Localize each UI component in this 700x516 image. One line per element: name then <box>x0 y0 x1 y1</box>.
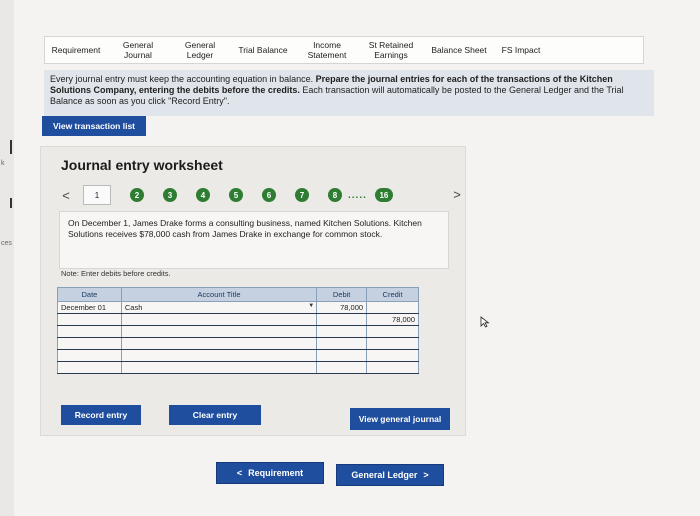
prev-requirement-button[interactable]: < Requirement <box>216 462 324 484</box>
page-step[interactable]: 2 <box>130 188 144 202</box>
worksheet-title: Journal entry worksheet <box>61 157 223 173</box>
chevron-left-icon[interactable]: < <box>59 188 73 203</box>
credit-input[interactable] <box>366 349 419 362</box>
journal-entry-table: Date Account Title Debit Credit December… <box>57 287 419 374</box>
account-select[interactable] <box>120 337 318 350</box>
tab-label: Statement <box>307 50 347 60</box>
header-account-title: Account Title <box>120 287 318 302</box>
instructions-text: Every journal entry must keep the accoun… <box>50 74 316 84</box>
prev-requirement-label: Requirement <box>248 468 304 478</box>
chevron-right-icon[interactable]: > <box>450 187 464 202</box>
page-ellipsis: ..... <box>348 189 367 201</box>
mouse-cursor-icon <box>480 316 490 328</box>
tab-trial-balance[interactable]: Trial Balance <box>231 45 295 55</box>
table-row: December 01 Cash ▼ 78,000 <box>57 301 419 314</box>
header-date: Date <box>57 287 122 302</box>
next-general-ledger-button[interactable]: General Ledger > <box>336 464 444 486</box>
date-cell[interactable] <box>57 325 122 338</box>
entry-note: Note: Enter debits before credits. <box>61 269 171 278</box>
view-general-journal-button[interactable]: View general journal <box>350 408 450 430</box>
tab-label: St Retained <box>368 40 414 50</box>
table-row <box>57 349 419 362</box>
tab-requirement[interactable]: Requirement <box>45 45 107 55</box>
tab-label: FS Impact <box>501 45 541 55</box>
tab-label: General <box>122 40 154 50</box>
tab-label: Balance Sheet <box>431 45 487 55</box>
tab-label: Requirement <box>51 45 101 55</box>
credit-input[interactable] <box>366 301 419 314</box>
edge-fragment: k <box>1 160 5 167</box>
tab-label: Journal <box>124 50 152 60</box>
debit-input[interactable] <box>316 337 368 350</box>
table-row <box>57 361 419 374</box>
left-edge-strip: k ces <box>0 0 14 516</box>
edge-bar <box>10 140 12 154</box>
debit-input[interactable]: 78,000 <box>316 301 368 314</box>
instructions-box: Every journal entry must keep the accoun… <box>44 70 654 116</box>
credit-input[interactable]: 78,000 <box>366 313 419 326</box>
debit-input[interactable] <box>316 361 368 374</box>
next-general-ledger-label: General Ledger <box>351 470 418 480</box>
page-step[interactable]: 6 <box>262 188 276 202</box>
account-select[interactable] <box>120 325 318 338</box>
debit-input[interactable] <box>316 313 368 326</box>
journal-entry-worksheet: Journal entry worksheet < 1 2 3 4 5 6 7 … <box>40 146 466 436</box>
edge-bar <box>10 198 12 208</box>
debit-input[interactable] <box>316 325 368 338</box>
account-select[interactable] <box>120 349 318 362</box>
tab-label: Earnings <box>374 50 408 60</box>
page-step[interactable]: 7 <box>295 188 309 202</box>
page-step[interactable]: 4 <box>196 188 210 202</box>
debit-input[interactable] <box>316 349 368 362</box>
page-current[interactable]: 1 <box>83 185 111 205</box>
page-step[interactable]: 3 <box>163 188 177 202</box>
table-row: 78,000 <box>57 313 419 326</box>
record-entry-button[interactable]: Record entry <box>61 405 141 425</box>
table-row <box>57 337 419 350</box>
date-cell[interactable]: December 01 <box>57 301 122 314</box>
tab-fs-impact[interactable]: FS Impact <box>495 45 547 55</box>
header-debit: Debit <box>316 287 368 302</box>
page-step[interactable]: 8 <box>328 188 342 202</box>
credit-input[interactable] <box>366 337 419 350</box>
account-select[interactable] <box>120 313 318 326</box>
tab-income-statement[interactable]: Income Statement <box>295 40 359 60</box>
clear-entry-button[interactable]: Clear entry <box>169 405 261 425</box>
tab-label: Ledger <box>186 50 214 60</box>
date-cell[interactable] <box>57 361 122 374</box>
tab-bar: Requirement General Journal General Ledger… <box>44 36 644 64</box>
tab-balance-sheet[interactable]: Balance Sheet <box>423 45 495 55</box>
date-cell[interactable] <box>57 313 122 326</box>
account-value: Cash <box>124 303 143 312</box>
date-cell[interactable] <box>57 349 122 362</box>
page-step[interactable]: 5 <box>229 188 243 202</box>
edge-fragment: ces <box>1 240 12 247</box>
credit-input[interactable] <box>366 361 419 374</box>
transaction-description: On December 1, James Drake forms a consu… <box>59 211 449 269</box>
tab-general-ledger[interactable]: General Ledger <box>169 40 231 60</box>
chevron-right-icon: > <box>423 470 429 480</box>
chevron-down-icon[interactable]: ▼ <box>308 303 314 309</box>
date-cell[interactable] <box>57 337 122 350</box>
header-credit: Credit <box>366 287 419 302</box>
tab-st-retained-earnings[interactable]: St Retained Earnings <box>359 40 423 60</box>
credit-input[interactable] <box>366 325 419 338</box>
account-select[interactable]: Cash ▼ <box>120 301 318 314</box>
account-select[interactable] <box>120 361 318 374</box>
table-row <box>57 325 419 338</box>
tab-label: General <box>184 40 216 50</box>
chevron-left-icon: < <box>236 468 243 478</box>
transaction-pager: < 1 2 3 4 5 6 7 8 ..... 16 <box>59 185 393 205</box>
view-transaction-list-button[interactable]: View transaction list <box>42 116 146 136</box>
tab-label: Income <box>313 40 341 50</box>
tab-label: Trial Balance <box>238 45 288 55</box>
tab-general-journal[interactable]: General Journal <box>107 40 169 60</box>
page-step-last[interactable]: 16 <box>374 188 393 202</box>
